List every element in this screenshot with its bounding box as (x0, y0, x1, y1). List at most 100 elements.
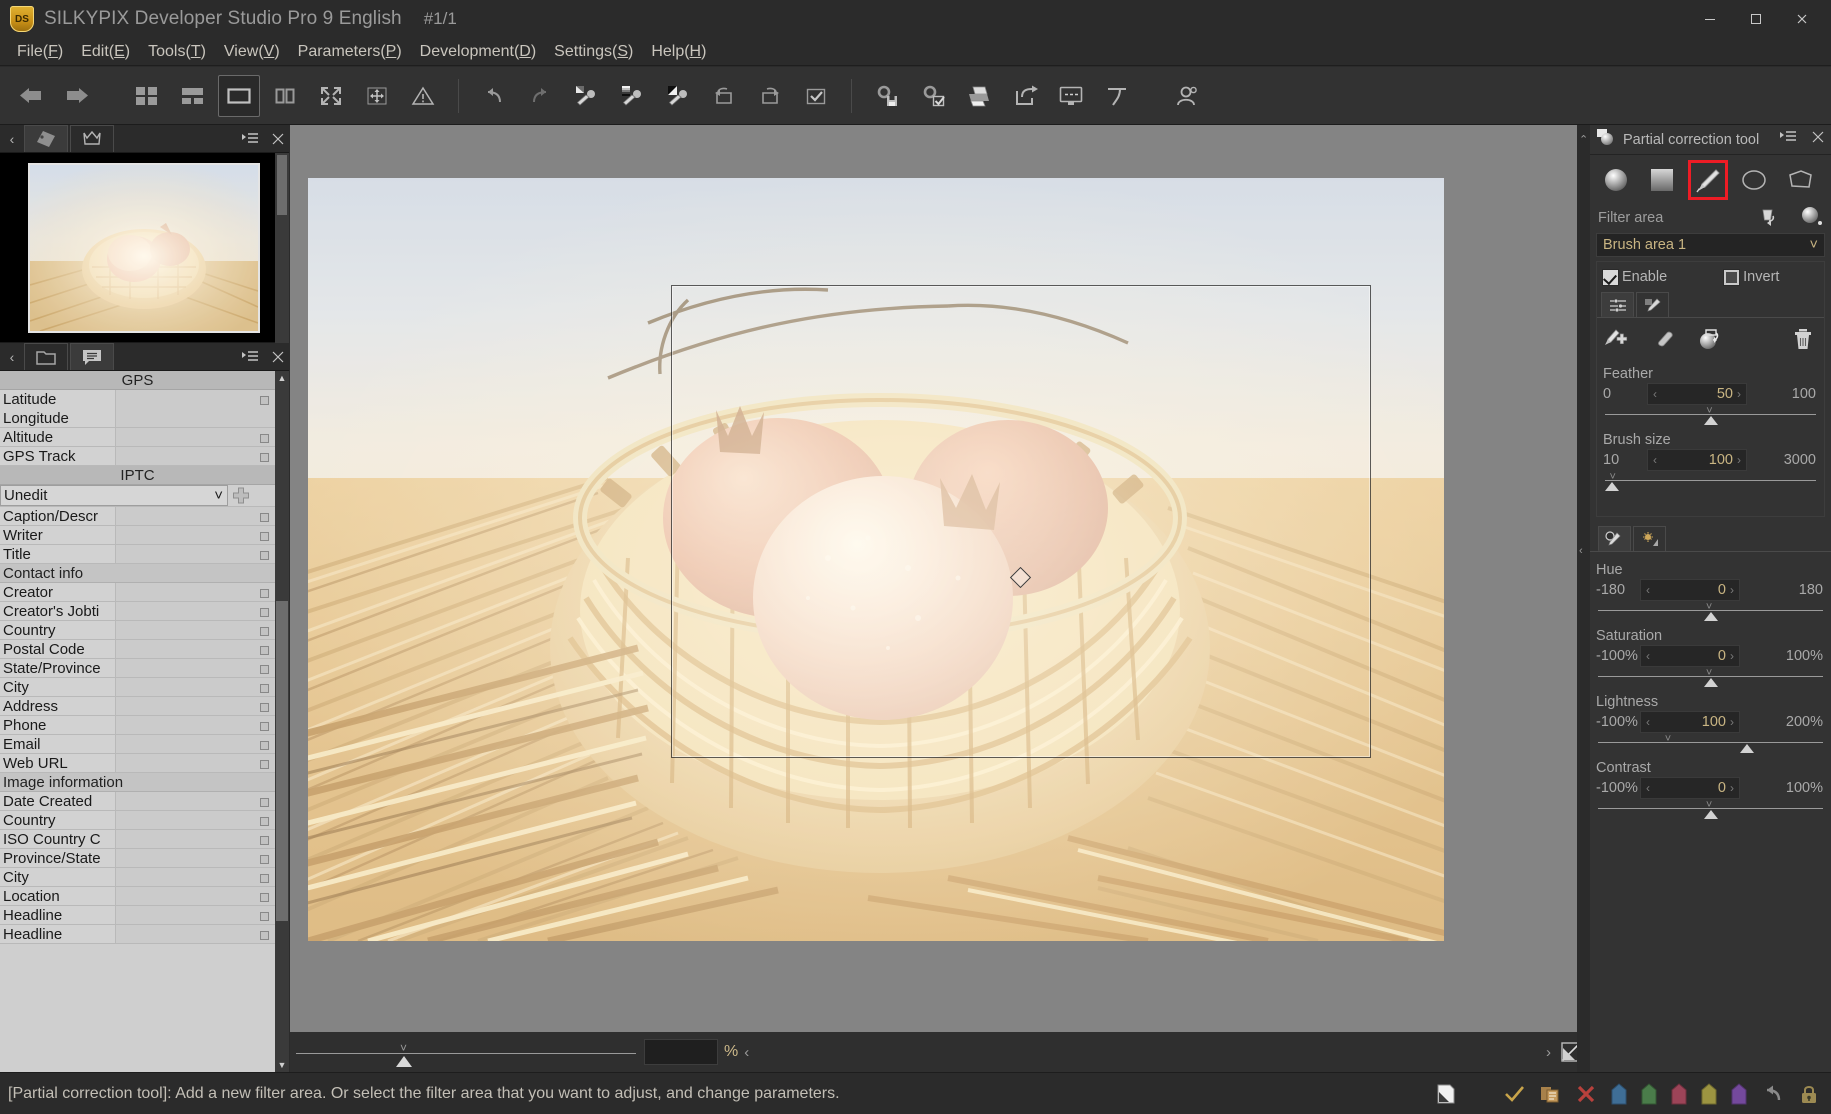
add-preset-icon[interactable] (228, 487, 254, 505)
table-row[interactable]: Postal Code (0, 640, 275, 659)
metadata-row-value[interactable] (116, 754, 275, 772)
right-panel-collapse-strip[interactable]: ⌃ ‹ (1577, 125, 1590, 1072)
trash-icon[interactable] (1792, 327, 1814, 356)
export-button[interactable] (1004, 75, 1046, 117)
metadata-row-value[interactable] (116, 735, 275, 753)
image-canvas[interactable] (290, 125, 1589, 1032)
development-settings-save-button[interactable] (866, 75, 908, 117)
table-row[interactable]: Country (0, 621, 275, 640)
saturation-spinner[interactable]: ‹ 0 › (1640, 645, 1740, 667)
metadata-row-value[interactable] (116, 811, 275, 829)
filter-area-select[interactable]: Brush area 1 ˅ (1596, 233, 1825, 257)
metadata-row-value[interactable] (116, 390, 275, 427)
metadata-row-value[interactable] (116, 792, 275, 810)
contrast-knob[interactable] (1703, 810, 1718, 819)
filter-area-selection-rect[interactable] (671, 285, 1371, 758)
exposure-params-tab[interactable] (1633, 526, 1666, 551)
rotate-left-button[interactable] (703, 75, 745, 117)
color-params-tab[interactable] (1598, 526, 1631, 551)
page-corner-icon[interactable] (1435, 1083, 1457, 1105)
two-image-view-button[interactable] (264, 75, 306, 117)
previous-image-button[interactable] (10, 75, 52, 117)
tag-green-button[interactable] (1641, 1082, 1657, 1105)
feather-increment-icon[interactable]: › (1737, 387, 1741, 401)
print-button[interactable] (958, 75, 1000, 117)
batch-development-button[interactable] (912, 75, 954, 117)
maximize-button[interactable] (1733, 4, 1779, 34)
polygon-tool[interactable] (1782, 162, 1818, 198)
metadata-panel-collapse-arrow[interactable]: ‹ (0, 349, 24, 365)
area-effects-tab[interactable] (1636, 292, 1669, 317)
minimize-button[interactable] (1687, 4, 1733, 34)
menu-file[interactable]: File(F) (8, 40, 72, 64)
thumbnail-scrollbar-thumb[interactable] (277, 155, 287, 215)
saturation-track-wrap[interactable]: ˅ (1596, 667, 1825, 687)
feather-knob[interactable] (1704, 416, 1719, 425)
menu-development[interactable]: Development(D) (411, 40, 546, 64)
single-image-view-button[interactable] (218, 74, 260, 117)
table-row[interactable]: Caption/Descr (0, 507, 275, 526)
metadata-row-value[interactable] (116, 447, 275, 465)
enable-checkbox[interactable] (1602, 268, 1619, 286)
right-panel-collapse-left-icon[interactable]: ‹ (1579, 545, 1583, 557)
contrast-track-wrap[interactable]: ˅ (1596, 799, 1825, 819)
metadata-row-value[interactable] (116, 716, 275, 734)
panel-menu-icon[interactable] (1779, 130, 1797, 149)
hue-knob[interactable] (1703, 612, 1718, 621)
thumbnail-grid-view-button[interactable] (126, 75, 168, 117)
metadata-row-value[interactable] (116, 526, 275, 544)
circular-gradient-tool[interactable] (1598, 162, 1634, 198)
table-row[interactable]: Date Created (0, 792, 275, 811)
hue-increment-icon[interactable]: › (1730, 583, 1734, 597)
panel-menu-icon[interactable] (241, 350, 259, 364)
linear-gradient-tool[interactable] (1644, 162, 1680, 198)
metadata-row-value[interactable] (116, 602, 275, 620)
saturation-increment-icon[interactable]: › (1730, 649, 1734, 663)
delete-button[interactable] (1575, 1084, 1597, 1104)
panel-menu-icon[interactable] (241, 132, 259, 146)
hue-track-wrap[interactable]: ˅ (1596, 601, 1825, 621)
display-settings-button[interactable] (1050, 75, 1092, 117)
gray-balance-dropper-button[interactable] (611, 75, 653, 117)
next-image-button[interactable] (56, 75, 98, 117)
reset-filter-icon[interactable] (1757, 206, 1779, 231)
metadata-row-value[interactable] (116, 678, 275, 696)
undo-button[interactable] (473, 75, 515, 117)
right-panel-collapse-up-icon[interactable]: ⌃ (1579, 133, 1588, 146)
metadata-row-value[interactable] (116, 697, 275, 715)
eraser-icon[interactable] (1651, 328, 1677, 355)
metadata-row-value[interactable] (116, 583, 275, 601)
redo-button[interactable] (519, 75, 561, 117)
metadata-scrollbar-thumb[interactable] (276, 601, 288, 921)
hue-spinner[interactable]: ‹ 0 › (1640, 579, 1740, 601)
tag-yellow-button[interactable] (1701, 1082, 1717, 1105)
metadata-tab[interactable] (70, 343, 114, 370)
crown-tab[interactable] (70, 125, 114, 152)
contrast-increment-icon[interactable]: › (1730, 781, 1734, 795)
lightness-track-wrap[interactable]: ˅ (1596, 733, 1825, 753)
tag-blue-button[interactable] (1611, 1082, 1627, 1105)
folder-tab[interactable] (24, 343, 68, 370)
copy-button[interactable] (1539, 1084, 1561, 1104)
revert-button[interactable] (1761, 1084, 1785, 1104)
table-row[interactable]: Email (0, 735, 275, 754)
face-detect-button[interactable] (1166, 75, 1208, 117)
metadata-scroll-down-icon[interactable]: ▼ (275, 1058, 289, 1072)
metadata-row-value[interactable] (116, 868, 275, 886)
table-row[interactable]: Creator's Jobti (0, 602, 275, 621)
brush-tool[interactable] (1688, 160, 1728, 200)
tag-purple-button[interactable] (1731, 1082, 1747, 1105)
zoom-prev-arrow[interactable]: ‹ (744, 1044, 749, 1061)
metadata-row-value[interactable] (116, 659, 275, 677)
close-icon[interactable] (271, 132, 285, 146)
brush-size-spinner[interactable]: ‹ 100 › (1647, 449, 1747, 471)
brush-size-track-wrap[interactable]: ˅ (1603, 471, 1818, 491)
brush-size-knob[interactable] (1605, 482, 1620, 491)
fullscreen-button[interactable] (310, 75, 352, 117)
lightness-increment-icon[interactable]: › (1730, 715, 1734, 729)
combination-view-button[interactable] (172, 75, 214, 117)
metadata-row-value[interactable] (116, 428, 275, 446)
table-row[interactable]: City (0, 678, 275, 697)
table-row[interactable]: Phone (0, 716, 275, 735)
perspective-button[interactable] (1096, 75, 1138, 117)
